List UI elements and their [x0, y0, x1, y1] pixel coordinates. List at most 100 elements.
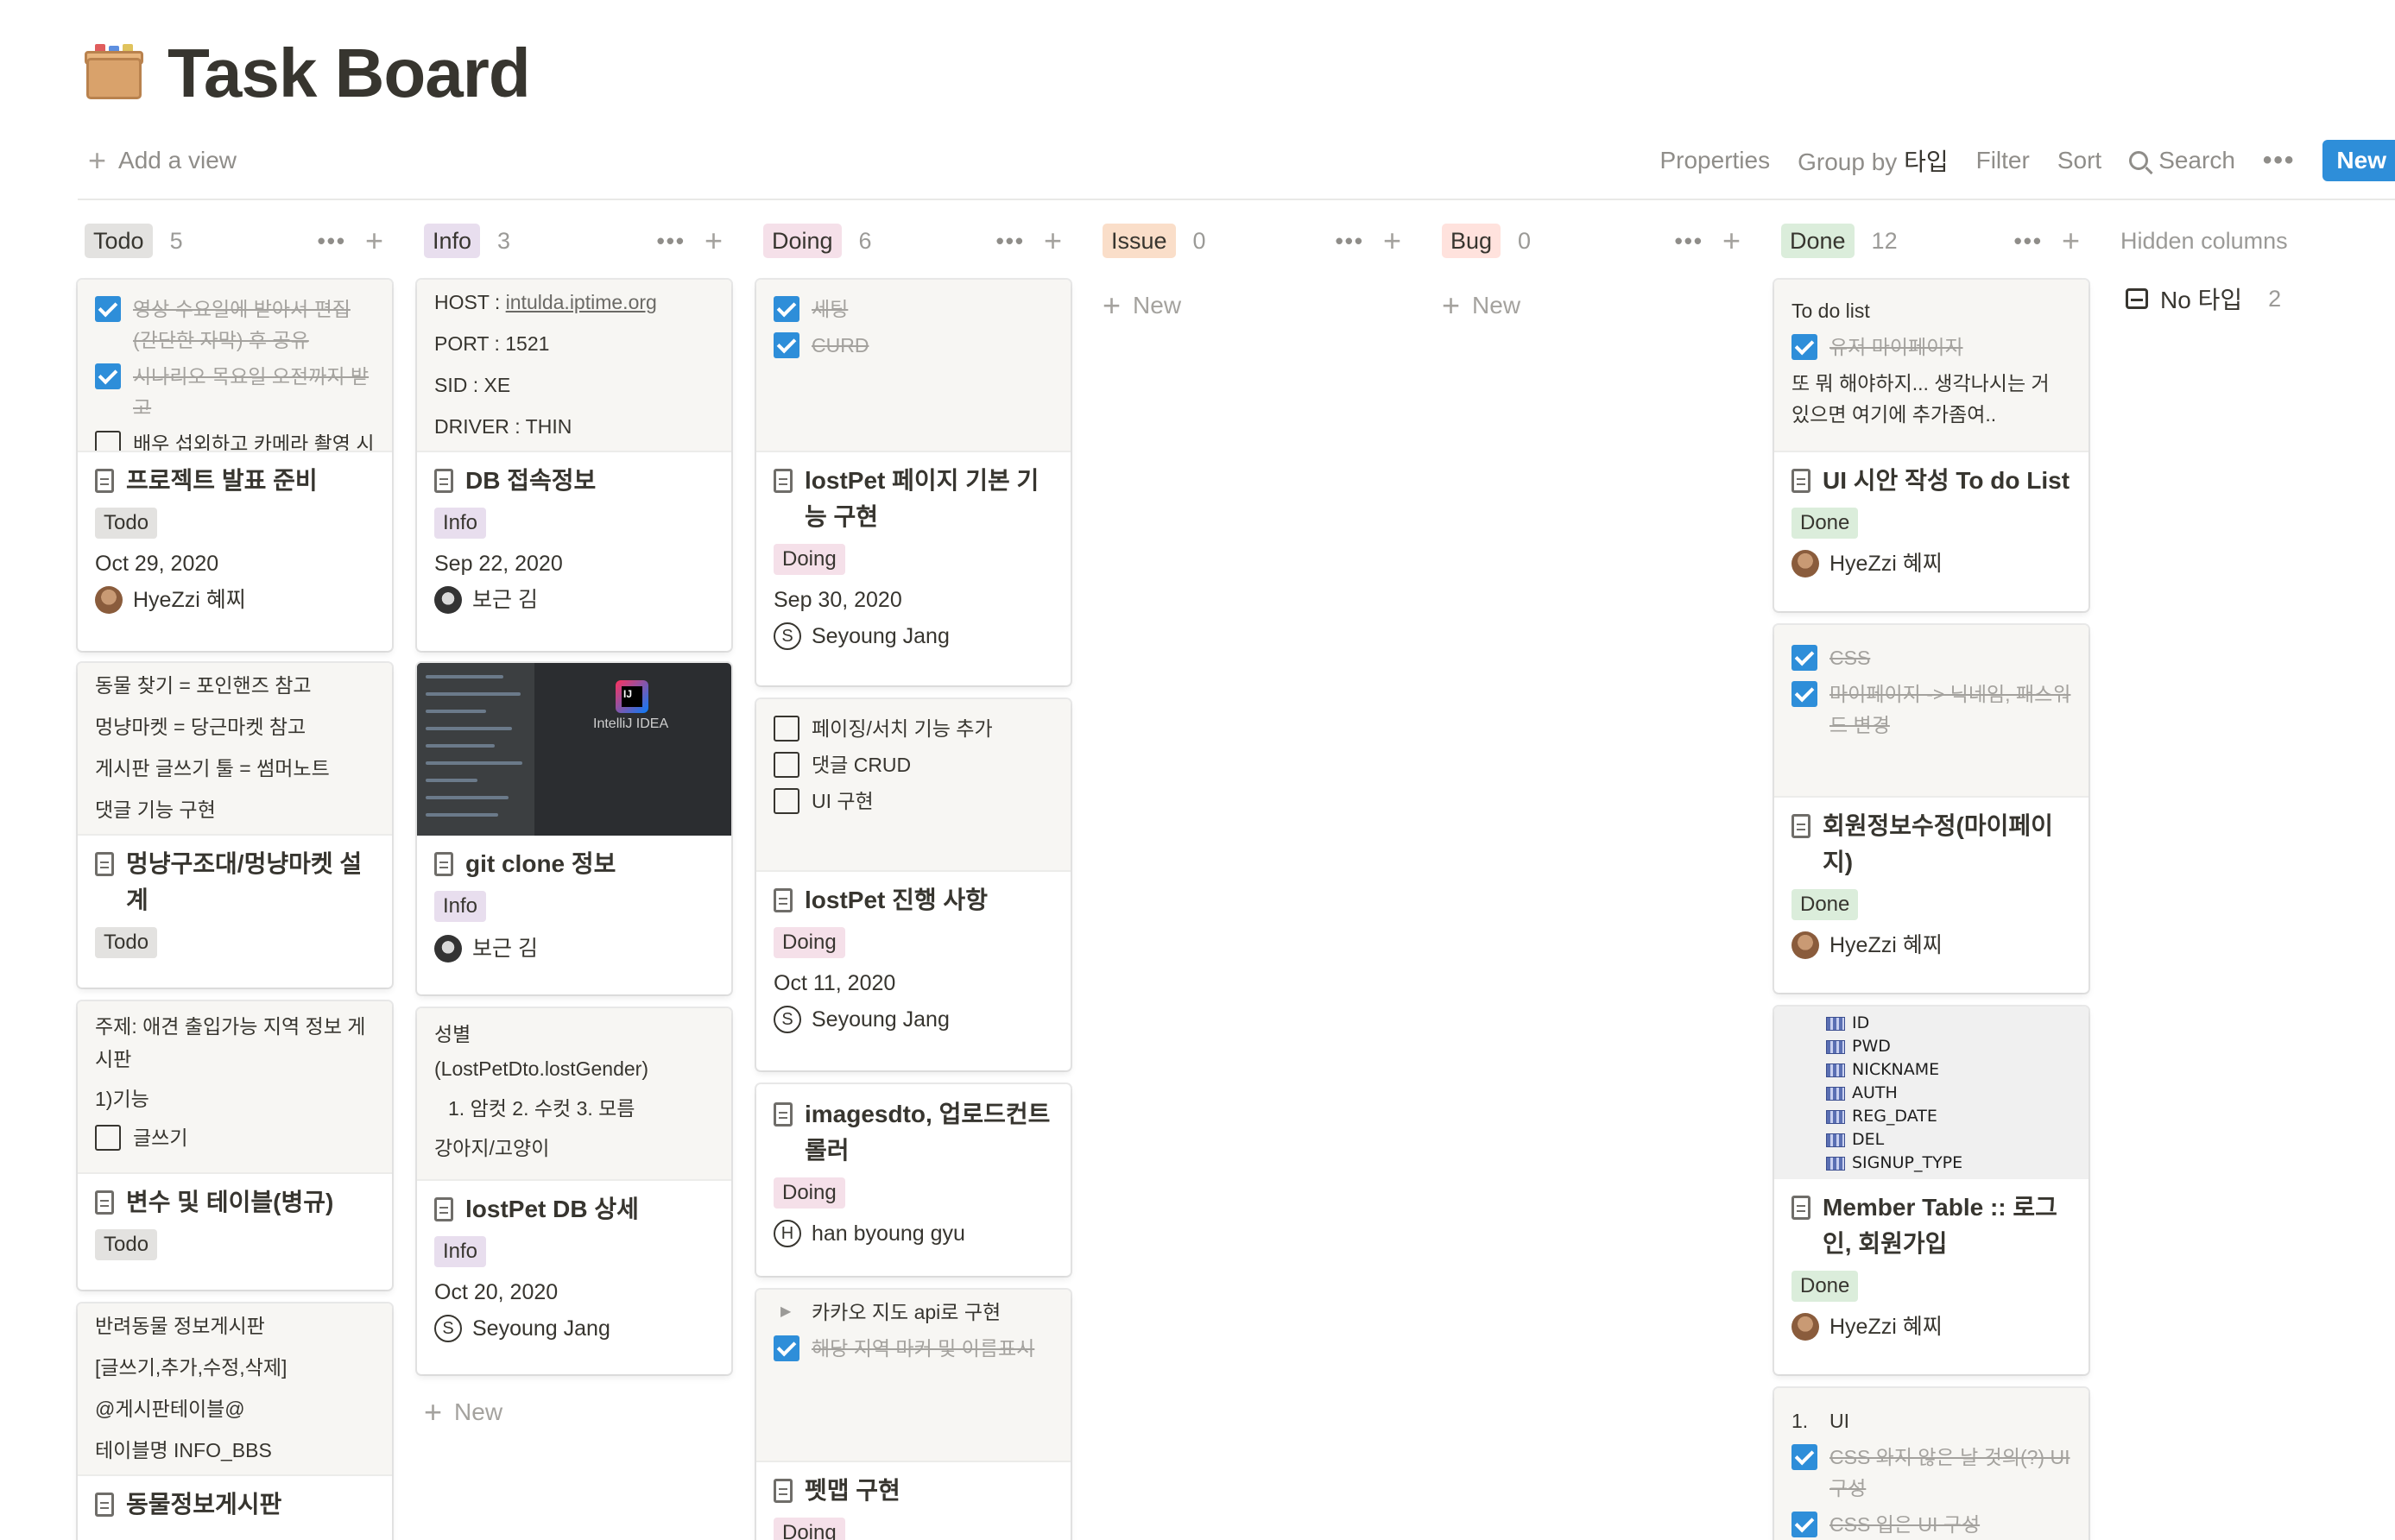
- board-card[interactable]: 동물 찾기 = 포인핸즈 참고 멍냥마켓 = 당근마켓 참고 게시판 글쓰기 툴…: [78, 663, 392, 988]
- page-icon: [95, 1190, 114, 1215]
- type-tag: Todo: [95, 1229, 158, 1260]
- column-badge-info[interactable]: Info: [424, 224, 481, 258]
- board-card[interactable]: CSS 마이페이지 -> 닉네임, 패스워드 변경 회원정보수정(마이페이지) …: [1774, 625, 2089, 993]
- toggle-arrow-icon: ▶: [780, 1304, 792, 1319]
- page-icon: [434, 1197, 453, 1221]
- plus-icon: +: [1103, 287, 1122, 323]
- page-icon: [1792, 1196, 1810, 1220]
- search-button[interactable]: Search: [2129, 147, 2235, 174]
- column-header: Info 3 ••• +: [417, 216, 731, 266]
- add-view-button[interactable]: + Add a view: [78, 138, 247, 183]
- checklist-item: CSS 입은 UI 구성: [1829, 1513, 1981, 1536]
- card-date: Sep 30, 2020: [774, 588, 902, 612]
- card-title: git clone 정보: [465, 850, 616, 877]
- column-header: Issue 0 ••• +: [1096, 216, 1410, 266]
- board-card[interactable]: To do list 유저 마이페이지 또 뭐 해야하지... 생각나시는 거 …: [1774, 280, 2089, 611]
- column-add-icon[interactable]: +: [365, 225, 383, 256]
- checkbox-checked-icon: [1792, 1512, 1817, 1537]
- board-card[interactable]: 페이징/서치 기능 추가 댓글 CRUD UI 구현 lostPet 진행 사항…: [756, 699, 1071, 1070]
- checkbox-checked-icon: [1792, 334, 1817, 360]
- new-button[interactable]: New: [2322, 140, 2395, 181]
- card-title: 회원정보수정(마이페이지): [1823, 812, 2053, 875]
- preview-line: PORT : 1521: [434, 332, 550, 355]
- card-title: lostPet DB 상세: [465, 1196, 639, 1222]
- page-icon: [1792, 814, 1810, 838]
- add-card-button[interactable]: + New: [1103, 290, 1181, 321]
- type-tag: Done: [1792, 508, 1859, 539]
- column-add-icon[interactable]: +: [1383, 225, 1401, 256]
- card-title: 변수 및 테이블(병규): [126, 1189, 334, 1215]
- preview-line: 성별: [434, 1023, 471, 1045]
- preview-line: @게시판테이블@: [95, 1398, 245, 1420]
- filter-button[interactable]: Filter: [1976, 147, 2030, 174]
- board-card[interactable]: imagesdto, 업로드컨트롤러 Doing Hhan byoung gyu: [756, 1084, 1071, 1276]
- board-card[interactable]: 성별 (LostPetDto.lostGender) 1. 암컷 2. 수컷 3…: [417, 1008, 731, 1374]
- board-card[interactable]: 반려동물 정보게시판 [글쓰기,추가,수정,삭제] @게시판테이블@ 테이블명 …: [78, 1303, 392, 1540]
- column-more-icon[interactable]: •••: [996, 228, 1025, 255]
- board-card[interactable]: 영상 수요일에 받아서 편집 (간단한 자막) 후 공유 시나리오 목요일 오전…: [78, 280, 392, 651]
- add-card-button[interactable]: + New: [1442, 290, 1520, 321]
- column-badge-bug[interactable]: Bug: [1442, 224, 1501, 258]
- add-view-label: Add a view: [118, 147, 237, 174]
- checkbox-checked-icon: [1792, 645, 1817, 671]
- column-add-icon[interactable]: +: [705, 225, 723, 256]
- preview-line: 1. 암컷 2. 수컷 3. 모름: [448, 1097, 635, 1120]
- preview-line: 멍냥마켓 = 당근마켓 참고: [95, 716, 306, 738]
- properties-button[interactable]: Properties: [1659, 147, 1770, 174]
- checklist-item: 마이페이지 -> 닉네임, 패스워드 변경: [1829, 683, 2071, 736]
- board-card[interactable]: HOST : intulda.iptime.org PORT : 1521 SI…: [417, 280, 731, 651]
- column-more-icon[interactable]: •••: [657, 228, 686, 255]
- column-issue: Issue 0 ••• + + New: [1096, 216, 1410, 321]
- preview-line: To do list: [1792, 300, 1870, 322]
- card-title: DB 접속정보: [465, 467, 597, 494]
- add-card-button[interactable]: + New: [424, 1397, 502, 1428]
- board-card[interactable]: 주제: 애견 출입가능 지역 정보 게시판 1)기능 글쓰기 변수 및 테이블(…: [78, 1001, 392, 1290]
- board-card[interactable]: ▶ 카카오 지도 api로 구현 해당 지역 마커 및 이름표시 펫맵 구현 Do…: [756, 1290, 1071, 1540]
- page-header: Task Board: [85, 26, 531, 121]
- board-card[interactable]: IntelliJ IDEA git clone 정보 Info 보근 김: [417, 663, 731, 994]
- column-badge-doing[interactable]: Doing: [763, 224, 842, 258]
- column-count: 3: [497, 227, 511, 254]
- column-count: 0: [1192, 227, 1206, 254]
- board-card[interactable]: ID PWD NICKNAME AUTH REG_DATE DEL SIGNUP…: [1774, 1007, 2089, 1374]
- db-column: NICKNAME: [1852, 1060, 1940, 1079]
- card-preview: CSS 마이페이지 -> 닉네임, 패스워드 변경: [1774, 625, 2089, 798]
- column-icon: [1826, 1156, 1845, 1171]
- board-card[interactable]: 세팅 CURD lostPet 페이지 기본 기능 구현 Doing Sep 3…: [756, 280, 1071, 685]
- card-title: 프로젝트 발표 준비: [126, 467, 318, 494]
- column-header: Bug 0 ••• +: [1435, 216, 1749, 266]
- column-more-icon[interactable]: •••: [318, 228, 346, 255]
- checkbox-icon: [774, 716, 799, 742]
- db-column: REG_DATE: [1852, 1107, 1937, 1126]
- sort-button[interactable]: Sort: [2057, 147, 2101, 174]
- preview-line: DRIVER : THIN: [434, 415, 572, 438]
- avatar: [1792, 1313, 1819, 1341]
- card-title: lostPet 진행 사항: [805, 887, 988, 913]
- checklist-item: CURD: [812, 334, 869, 357]
- group-by-button[interactable]: Group by 타입: [1798, 143, 1948, 178]
- more-options-icon[interactable]: •••: [2263, 146, 2296, 175]
- column-icon: [1826, 1063, 1845, 1077]
- column-add-icon[interactable]: +: [1722, 225, 1741, 256]
- column-badge-todo[interactable]: Todo: [85, 224, 153, 258]
- avatar: [1792, 550, 1819, 578]
- ide-app-name: IntelliJ IDEA: [593, 716, 669, 731]
- db-column: PWD: [1852, 1037, 1891, 1056]
- column-more-icon[interactable]: •••: [1675, 228, 1703, 255]
- column-more-icon[interactable]: •••: [2014, 228, 2043, 255]
- column-badge-done[interactable]: Done: [1781, 224, 1855, 258]
- checkbox-checked-icon: [774, 296, 799, 322]
- type-tag: Doing: [774, 1518, 845, 1540]
- column-add-icon[interactable]: +: [2062, 225, 2080, 256]
- hidden-column-no-type[interactable]: No 타입 2: [2117, 281, 2393, 316]
- checklist-item: 세팅: [812, 298, 849, 320]
- page-icon: [95, 1493, 114, 1517]
- column-badge-issue[interactable]: Issue: [1103, 224, 1176, 258]
- avatar: [1792, 931, 1819, 959]
- checklist-item: 배우 섭외하고 카메라 촬영 시간: [133, 432, 375, 452]
- avatar: [95, 586, 123, 614]
- column-more-icon[interactable]: •••: [1336, 228, 1364, 255]
- board-card[interactable]: 1. UI CSS 와지 않은 날 것의(?) UI 구성 CSS 입은 UI 구…: [1774, 1388, 2089, 1540]
- host-link[interactable]: intulda.iptime.org: [506, 291, 657, 313]
- column-add-icon[interactable]: +: [1044, 225, 1062, 256]
